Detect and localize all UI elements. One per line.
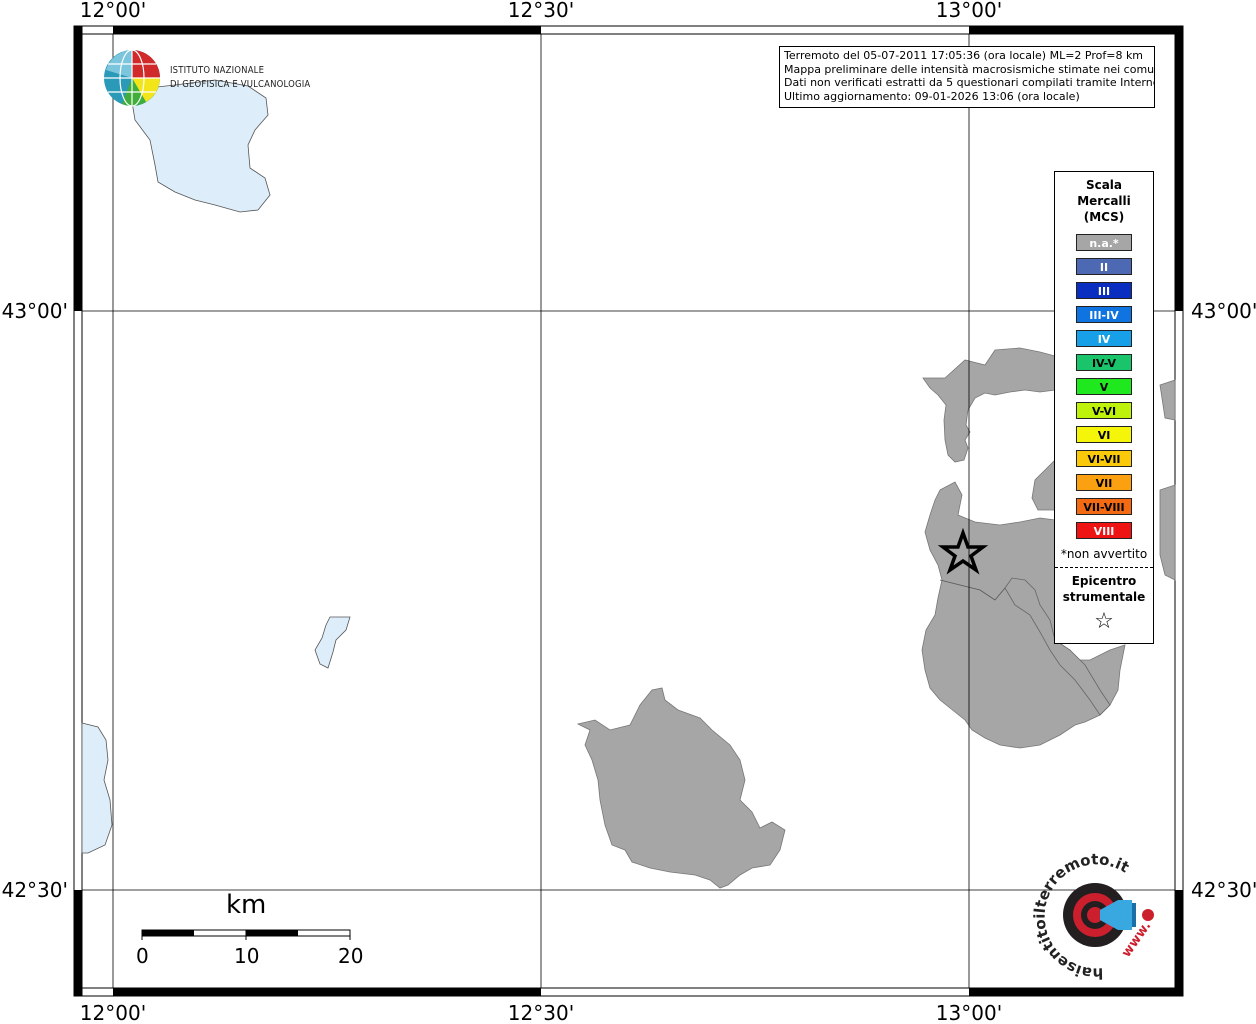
lon-label-top-1: 12°00' (80, 0, 146, 22)
legend-item: II (1076, 258, 1132, 275)
legend-epicenter-line: strumentale (1062, 590, 1146, 604)
event-info-line: Dati non verificati estratti da 5 questi… (784, 76, 1155, 89)
legend-item: V (1076, 378, 1132, 395)
lat-label-left-1: 43°00' (2, 299, 68, 323)
legend-title-line: Mercalli (1077, 194, 1131, 208)
legend-items: n.a.* II III III-IV IV IV-V V V-VI VI VI-VII VII VI… (1055, 234, 1153, 539)
globe-icon (104, 49, 160, 107)
legend-star-icon: ☆ (1094, 609, 1114, 634)
scale-tick-0: 0 (136, 944, 149, 968)
legend-item: VIII (1076, 522, 1132, 539)
legend-item: VI-VII (1076, 450, 1132, 467)
mcs-legend: Scala Mercalli (MCS) n.a.* II III III-IV IV I… (1054, 171, 1154, 644)
legend-item: III (1076, 282, 1132, 299)
scale-tick-10: 10 (234, 944, 260, 968)
event-info-line: Mappa preliminare delle intensità macros… (784, 62, 1155, 76)
legend-item: n.a.* (1076, 234, 1132, 251)
legend-title: Scala Mercalli (MCS) (1055, 177, 1153, 225)
scale-tick-20: 20 (338, 944, 364, 968)
lon-label-bottom-2: 12°30' (508, 1001, 574, 1024)
ingv-line-2: DI GEOFISICA E VULCANOLOGIA (170, 79, 311, 90)
lat-label-right-1: 43°00' (1191, 299, 1256, 323)
lat-label-left-2: 42°30' (2, 878, 68, 902)
legend-epicenter-label: Epicentro strumentale (1055, 573, 1153, 605)
ingv-logo: ISTITUTO NAZIONALE DI GEOFISICA E VULCAN… (100, 46, 320, 110)
legend-separator (1055, 567, 1153, 568)
event-info-box: Terremoto del 05-07-2011 17:05:36 (ora l… (779, 46, 1155, 108)
legend-note: *non avvertito (1060, 547, 1148, 561)
legend-item: IV (1076, 330, 1132, 347)
legend-item: IV-V (1076, 354, 1132, 371)
legend-title-line: Scala (1085, 178, 1123, 192)
legend-item: V-VI (1076, 402, 1132, 419)
legend-item: VII-VIII (1076, 498, 1132, 515)
legend-item: III-IV (1076, 306, 1132, 323)
scale-unit: km (226, 890, 267, 920)
legend-item: VI (1076, 426, 1132, 443)
ingv-line-1: ISTITUTO NAZIONALE (170, 65, 265, 76)
lon-label-bottom-3: 13°00' (936, 1001, 1002, 1024)
lon-label-bottom-1: 12°00' (80, 1001, 146, 1024)
lat-label-right-2: 42°30' (1191, 878, 1256, 902)
legend-title-line: (MCS) (1083, 210, 1125, 224)
legend-item: VII (1076, 474, 1132, 491)
lon-label-top-3: 13°00' (936, 0, 1002, 22)
legend-epicenter-line: Epicentro (1071, 574, 1137, 588)
lon-label-top-2: 12°30' (508, 0, 574, 22)
event-info-line: Terremoto del 05-07-2011 17:05:36 (ora l… (784, 49, 1144, 62)
event-info-line: Ultimo aggiornamento: 09-01-2026 13:06 (… (784, 89, 1080, 103)
